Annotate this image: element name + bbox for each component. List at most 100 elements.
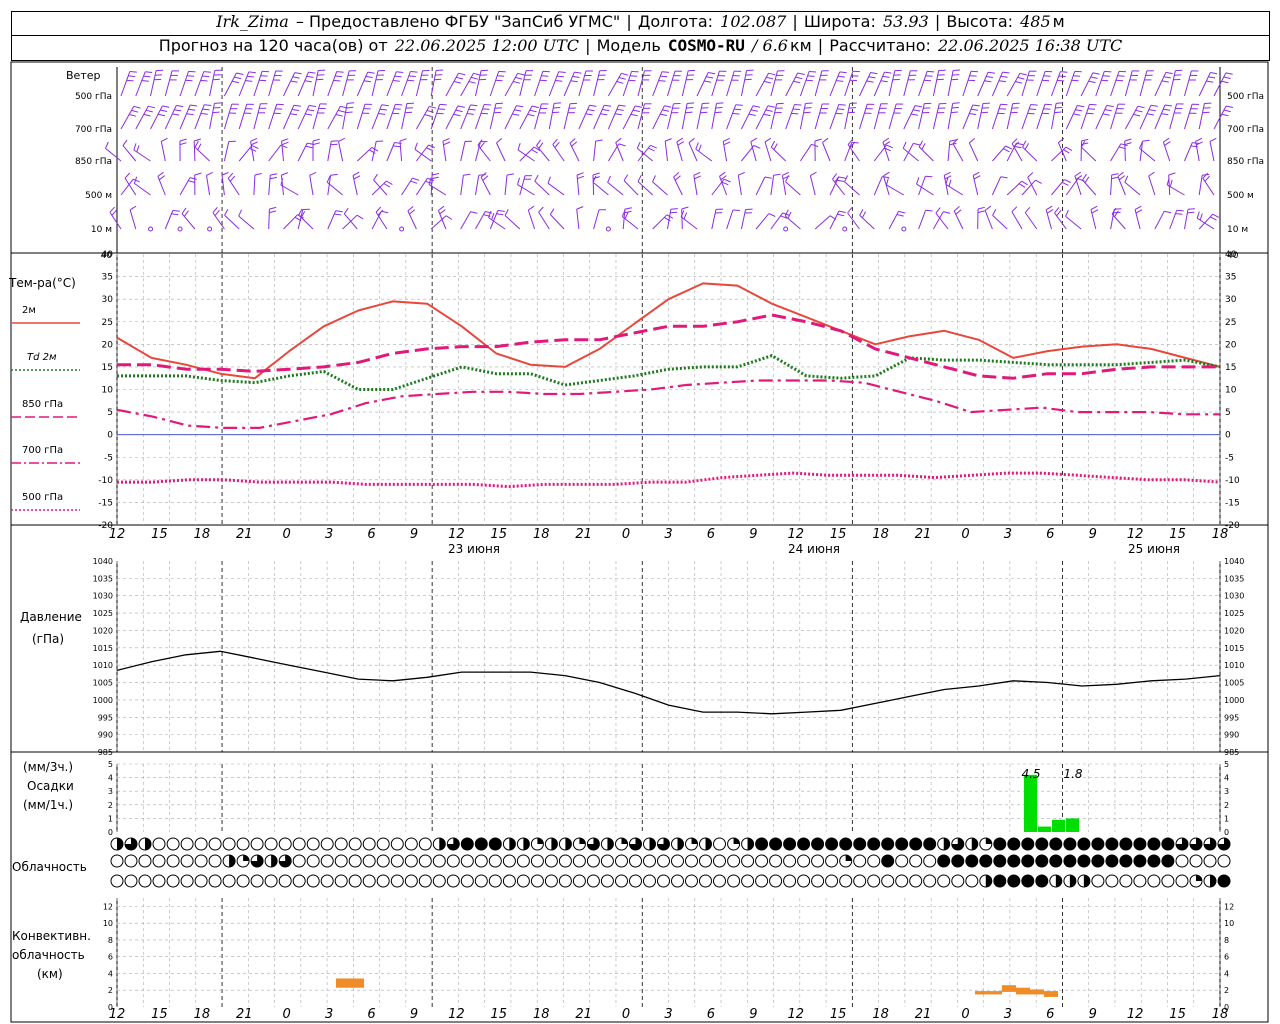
cloud-symbol <box>1147 837 1161 851</box>
wind-barb-flag <box>1146 113 1154 116</box>
wind-barb-flag <box>395 103 403 106</box>
cloud-symbol <box>1077 854 1091 868</box>
wind-barb-flag <box>381 104 389 107</box>
wind-barb-flag <box>618 77 626 80</box>
wind-title: Ветер <box>66 69 100 82</box>
wind-barb-shaft <box>133 149 151 162</box>
wind-barb-shaft <box>297 142 308 162</box>
wind-barb-shaft <box>814 70 823 97</box>
cloud-symbol <box>1077 837 1091 851</box>
wind-barb-flag <box>129 114 137 117</box>
wind-barb-flag <box>773 173 781 176</box>
wind-barb-flag <box>552 111 560 114</box>
cloud-symbol <box>474 874 488 888</box>
wind-barb-flag <box>438 205 445 211</box>
wind-barb-flag <box>722 137 730 142</box>
wind-barb-flag <box>1089 103 1097 106</box>
cloud-symbol-fill <box>243 855 250 861</box>
conv-tick-right: 8 <box>1224 936 1229 945</box>
wind-barb-flag <box>810 171 817 177</box>
wind-barb-flag <box>386 180 393 186</box>
wind-barb-shaft <box>903 70 911 97</box>
wind-barb-flag <box>250 137 258 142</box>
wind-barb-flag <box>732 209 740 211</box>
cloud-symbol-fill <box>1055 875 1062 887</box>
wind-barb-shaft <box>179 104 191 130</box>
hour-label-top: 3 <box>1004 527 1012 542</box>
wind-barb-flag <box>683 212 688 220</box>
cloud-symbol <box>334 854 348 868</box>
wind-barb-flag <box>425 180 433 184</box>
hour-label-bottom: 0 <box>283 1007 291 1022</box>
wind-barb-flag <box>805 102 813 104</box>
cloud-title: Облачность <box>12 860 87 874</box>
conv-bar <box>336 978 364 988</box>
wind-barb-shaft <box>726 70 735 97</box>
wind-level-left: 700 гПа <box>75 125 112 135</box>
cloud-symbol <box>783 837 797 851</box>
wind-barb-shaft <box>1006 180 1023 196</box>
hour-label-bottom: 21 <box>915 1007 932 1022</box>
wind-barb-shaft <box>283 104 295 130</box>
wind-barb-shaft <box>375 211 388 230</box>
cloud-symbol <box>1105 837 1119 851</box>
wind-barb-flag <box>335 114 343 117</box>
wind-barb-flag <box>392 80 400 82</box>
wind-barb-shaft <box>829 104 840 130</box>
cloud-symbol <box>586 854 600 868</box>
wind-barb-flag <box>377 209 384 216</box>
wind-barb-flag <box>911 113 918 116</box>
cloud-symbol <box>348 854 362 868</box>
wind-barb-flag <box>506 173 514 176</box>
wind-barb-shaft <box>475 211 486 230</box>
cloud-symbol-fill <box>705 838 712 850</box>
wind-barb-flag <box>129 71 137 73</box>
wind-barb-shaft <box>1011 143 1023 162</box>
cloud-symbol <box>502 874 516 888</box>
wind-barb-flag <box>128 75 136 77</box>
wind-barb-flag <box>1164 210 1172 214</box>
wind-barb-shaft <box>962 104 974 130</box>
wind-barb-flag <box>706 76 714 79</box>
precip-tick-right: 3 <box>1224 787 1229 796</box>
date-label: 23 июня <box>448 542 500 556</box>
cloud-symbol <box>222 837 236 851</box>
wind-barb-shaft <box>386 71 397 97</box>
cloud-symbol-fill <box>985 838 992 844</box>
wind-barb-shaft <box>1095 71 1105 97</box>
wind-barb-shaft <box>1110 103 1119 130</box>
wind-barb-flag <box>345 111 353 114</box>
wind-barb-shaft <box>888 211 899 230</box>
cloud-symbol <box>1119 874 1133 888</box>
convective-cloud-bars <box>336 978 1058 997</box>
wind-barb-shaft <box>1184 209 1189 230</box>
wind-level-right: 500 гПа <box>1227 92 1264 102</box>
wind-barb-flag <box>515 76 523 80</box>
wind-barb-flag <box>618 143 626 147</box>
wind-barb-flag <box>698 144 702 152</box>
hour-label-top: 12 <box>1127 527 1144 542</box>
cloud-symbol <box>923 837 937 851</box>
wind-barb-shaft <box>740 70 748 97</box>
wind-barb-shaft <box>569 142 580 162</box>
wind-barb-shaft <box>181 213 196 230</box>
cloud-symbol <box>965 874 979 888</box>
wind-barb-flag <box>925 175 933 178</box>
hour-label-bottom: 15 <box>151 1007 168 1022</box>
conv-tick-right: 12 <box>1224 902 1234 911</box>
wind-barb-shaft <box>206 175 211 196</box>
wind-barb-flag <box>604 104 612 107</box>
cloud-symbol <box>138 874 152 888</box>
wind-barb-shaft <box>120 106 135 130</box>
cloud-symbol <box>320 874 334 888</box>
wind-barb-flag <box>136 145 140 153</box>
precip-data-label: 4.5 <box>1021 767 1040 781</box>
wind-barb-flag <box>435 74 443 76</box>
cloud-symbol-fill <box>565 838 572 850</box>
wind-barb-flag <box>951 106 959 109</box>
wind-barb-flag <box>595 139 603 142</box>
wind-barb-flag <box>172 210 180 212</box>
wind-barb-shaft <box>750 141 757 162</box>
wind-barb-flag <box>480 112 489 115</box>
wind-barb-shaft <box>711 178 725 196</box>
